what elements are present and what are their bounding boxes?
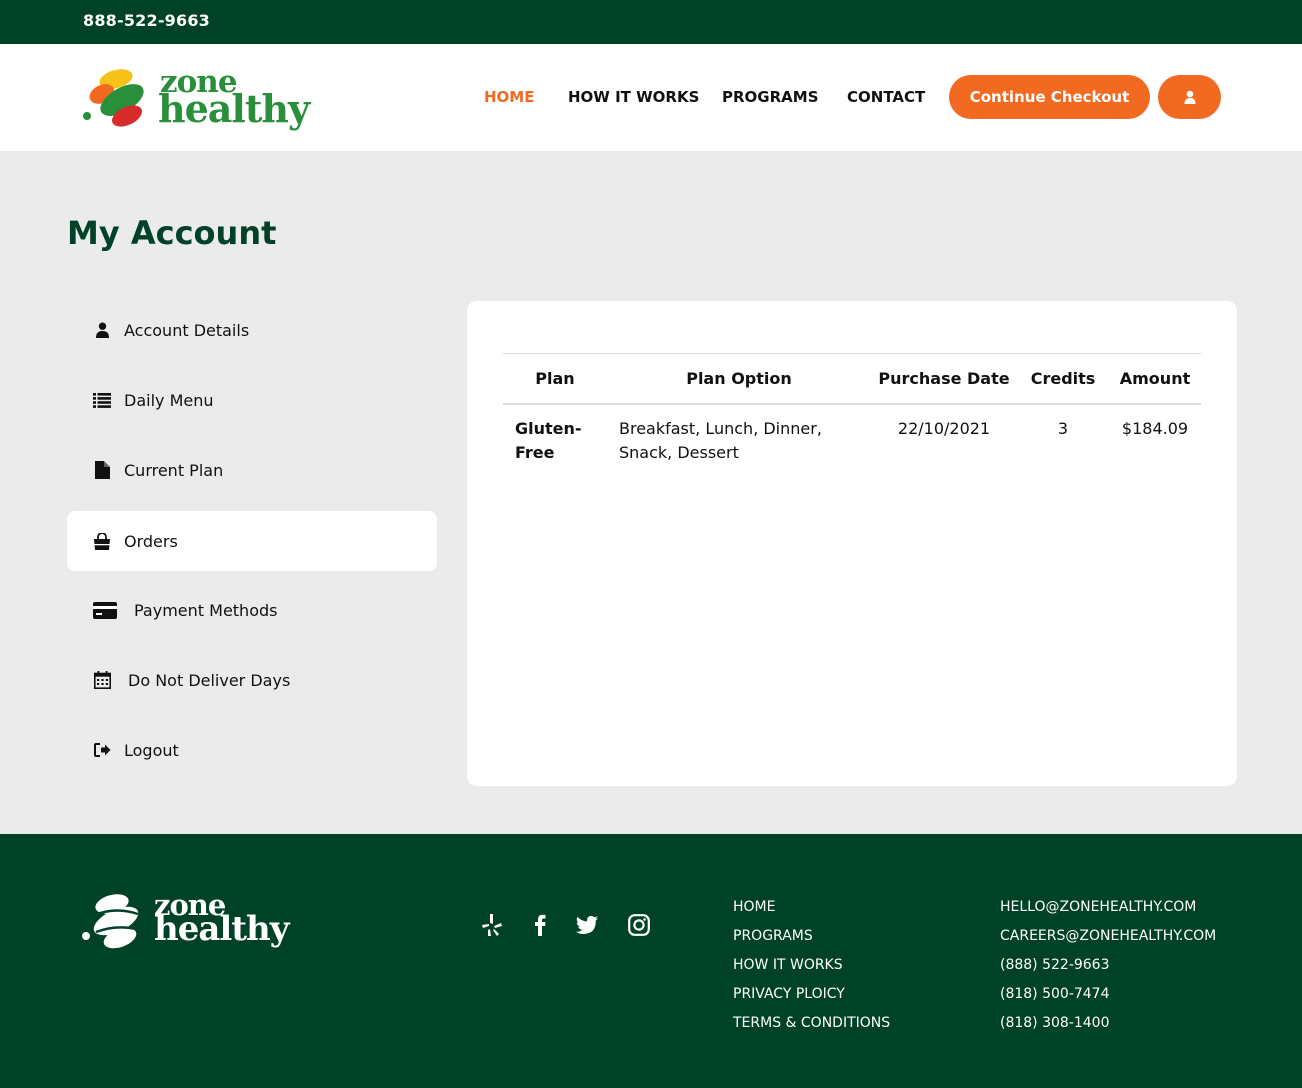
order-plan: Gluten-Free [515, 418, 582, 462]
twitter-icon[interactable] [574, 912, 600, 938]
sidebar-item-current-plan[interactable]: Current Plan [67, 440, 437, 500]
column-header-credits: Credits [1017, 353, 1109, 405]
order-amount: $184.09 [1121, 418, 1189, 438]
yelp-icon[interactable] [479, 912, 505, 938]
column-header-plan: Plan [503, 353, 607, 405]
table-row: Gluten-Free Breakfast, Lunch, Dinner, Sn… [503, 404, 1201, 465]
sidebar-item-logout[interactable]: Logout [67, 720, 437, 780]
orders-table: Plan Plan Option Purchase Date Credits A… [503, 353, 1201, 465]
column-header-purchase-date: Purchase Date [871, 353, 1017, 405]
footer-link-programs[interactable]: PROGRAMS [733, 928, 813, 944]
footer-link-how-it-works[interactable]: HOW IT WORKS [733, 957, 843, 973]
logo-word-healthy: healthy [158, 86, 310, 131]
footer-link-terms-conditions[interactable]: TERMS & CONDITIONS [733, 1015, 890, 1031]
sidebar-item-label: Payment Methods [134, 600, 278, 620]
logout-icon [92, 740, 112, 760]
footer-email-hello[interactable]: HELLO@ZONEHEALTHY.COM [1000, 899, 1196, 915]
sidebar-item-payment-methods[interactable]: Payment Methods [67, 580, 437, 640]
file-icon [92, 460, 112, 480]
footer-phone-1[interactable]: (888) 522-9663 [1000, 957, 1110, 973]
nav-how-it-works[interactable]: HOW IT WORKS [568, 88, 699, 108]
site-header: zone healthy HOME HOW IT WORKS PROGRAMS … [0, 44, 1302, 151]
footer-email-careers[interactable]: CAREERS@ZONEHEALTHY.COM [1000, 928, 1216, 944]
user-account-button[interactable] [1158, 75, 1221, 119]
shopping-bag-icon [92, 531, 112, 551]
sidebar-item-label: Orders [124, 531, 178, 551]
logo-mark-icon [82, 894, 141, 949]
sidebar-item-label: Account Details [124, 320, 250, 340]
order-plan-option: Breakfast, Lunch, Dinner, Snack, Dessert [619, 418, 822, 462]
sidebar-item-label: Do Not Deliver Days [128, 670, 291, 690]
top-phone-number[interactable]: 888-522-9663 [83, 11, 210, 30]
sidebar-item-label: Logout [124, 740, 179, 760]
sidebar-item-do-not-deliver-days[interactable]: Do Not Deliver Days [67, 650, 437, 710]
order-credits: 3 [1057, 418, 1069, 438]
top-bar: 888-522-9663 [0, 0, 1302, 44]
credit-card-icon [92, 600, 118, 620]
brand-logo[interactable]: zone healthy [82, 64, 310, 131]
site-footer: zone healthy HOME PROGRAMS HOW IT WORKS … [0, 834, 1302, 1088]
footer-phone-3[interactable]: (818) 308-1400 [1000, 1015, 1110, 1031]
order-purchase-date: 22/10/2021 [897, 418, 991, 438]
facebook-icon[interactable] [527, 912, 553, 938]
orders-panel: Plan Plan Option Purchase Date Credits A… [467, 301, 1237, 786]
column-header-plan-option: Plan Option [607, 353, 871, 405]
sidebar-item-label: Daily Menu [124, 390, 214, 410]
footer-link-home[interactable]: HOME [733, 899, 775, 915]
continue-checkout-button[interactable]: Continue Checkout [949, 75, 1150, 119]
user-icon [1184, 90, 1195, 104]
nav-home[interactable]: HOME [484, 88, 534, 108]
calendar-icon [92, 670, 112, 690]
column-header-amount: Amount [1109, 353, 1201, 405]
user-icon [92, 320, 112, 340]
table-header-row: Plan Plan Option Purchase Date Credits A… [503, 353, 1201, 405]
list-icon [92, 390, 112, 410]
logo-word-healthy: healthy [154, 909, 289, 949]
sidebar-item-orders[interactable]: Orders [67, 511, 437, 571]
footer-phone-2[interactable]: (818) 500-7474 [1000, 986, 1110, 1002]
nav-programs[interactable]: PROGRAMS [722, 88, 819, 108]
page-title: My Account [67, 214, 277, 252]
instagram-icon[interactable] [626, 912, 652, 938]
nav-contact[interactable]: CONTACT [847, 88, 925, 108]
sidebar-item-daily-menu[interactable]: Daily Menu [67, 370, 437, 430]
sidebar-item-account-details[interactable]: Account Details [67, 300, 437, 360]
sidebar-item-label: Current Plan [124, 460, 224, 480]
logo-mark-icon [83, 69, 144, 127]
footer-link-privacy-policy[interactable]: PRIVACY PLOICY [733, 986, 845, 1002]
footer-logo[interactable]: zone healthy [82, 888, 292, 952]
